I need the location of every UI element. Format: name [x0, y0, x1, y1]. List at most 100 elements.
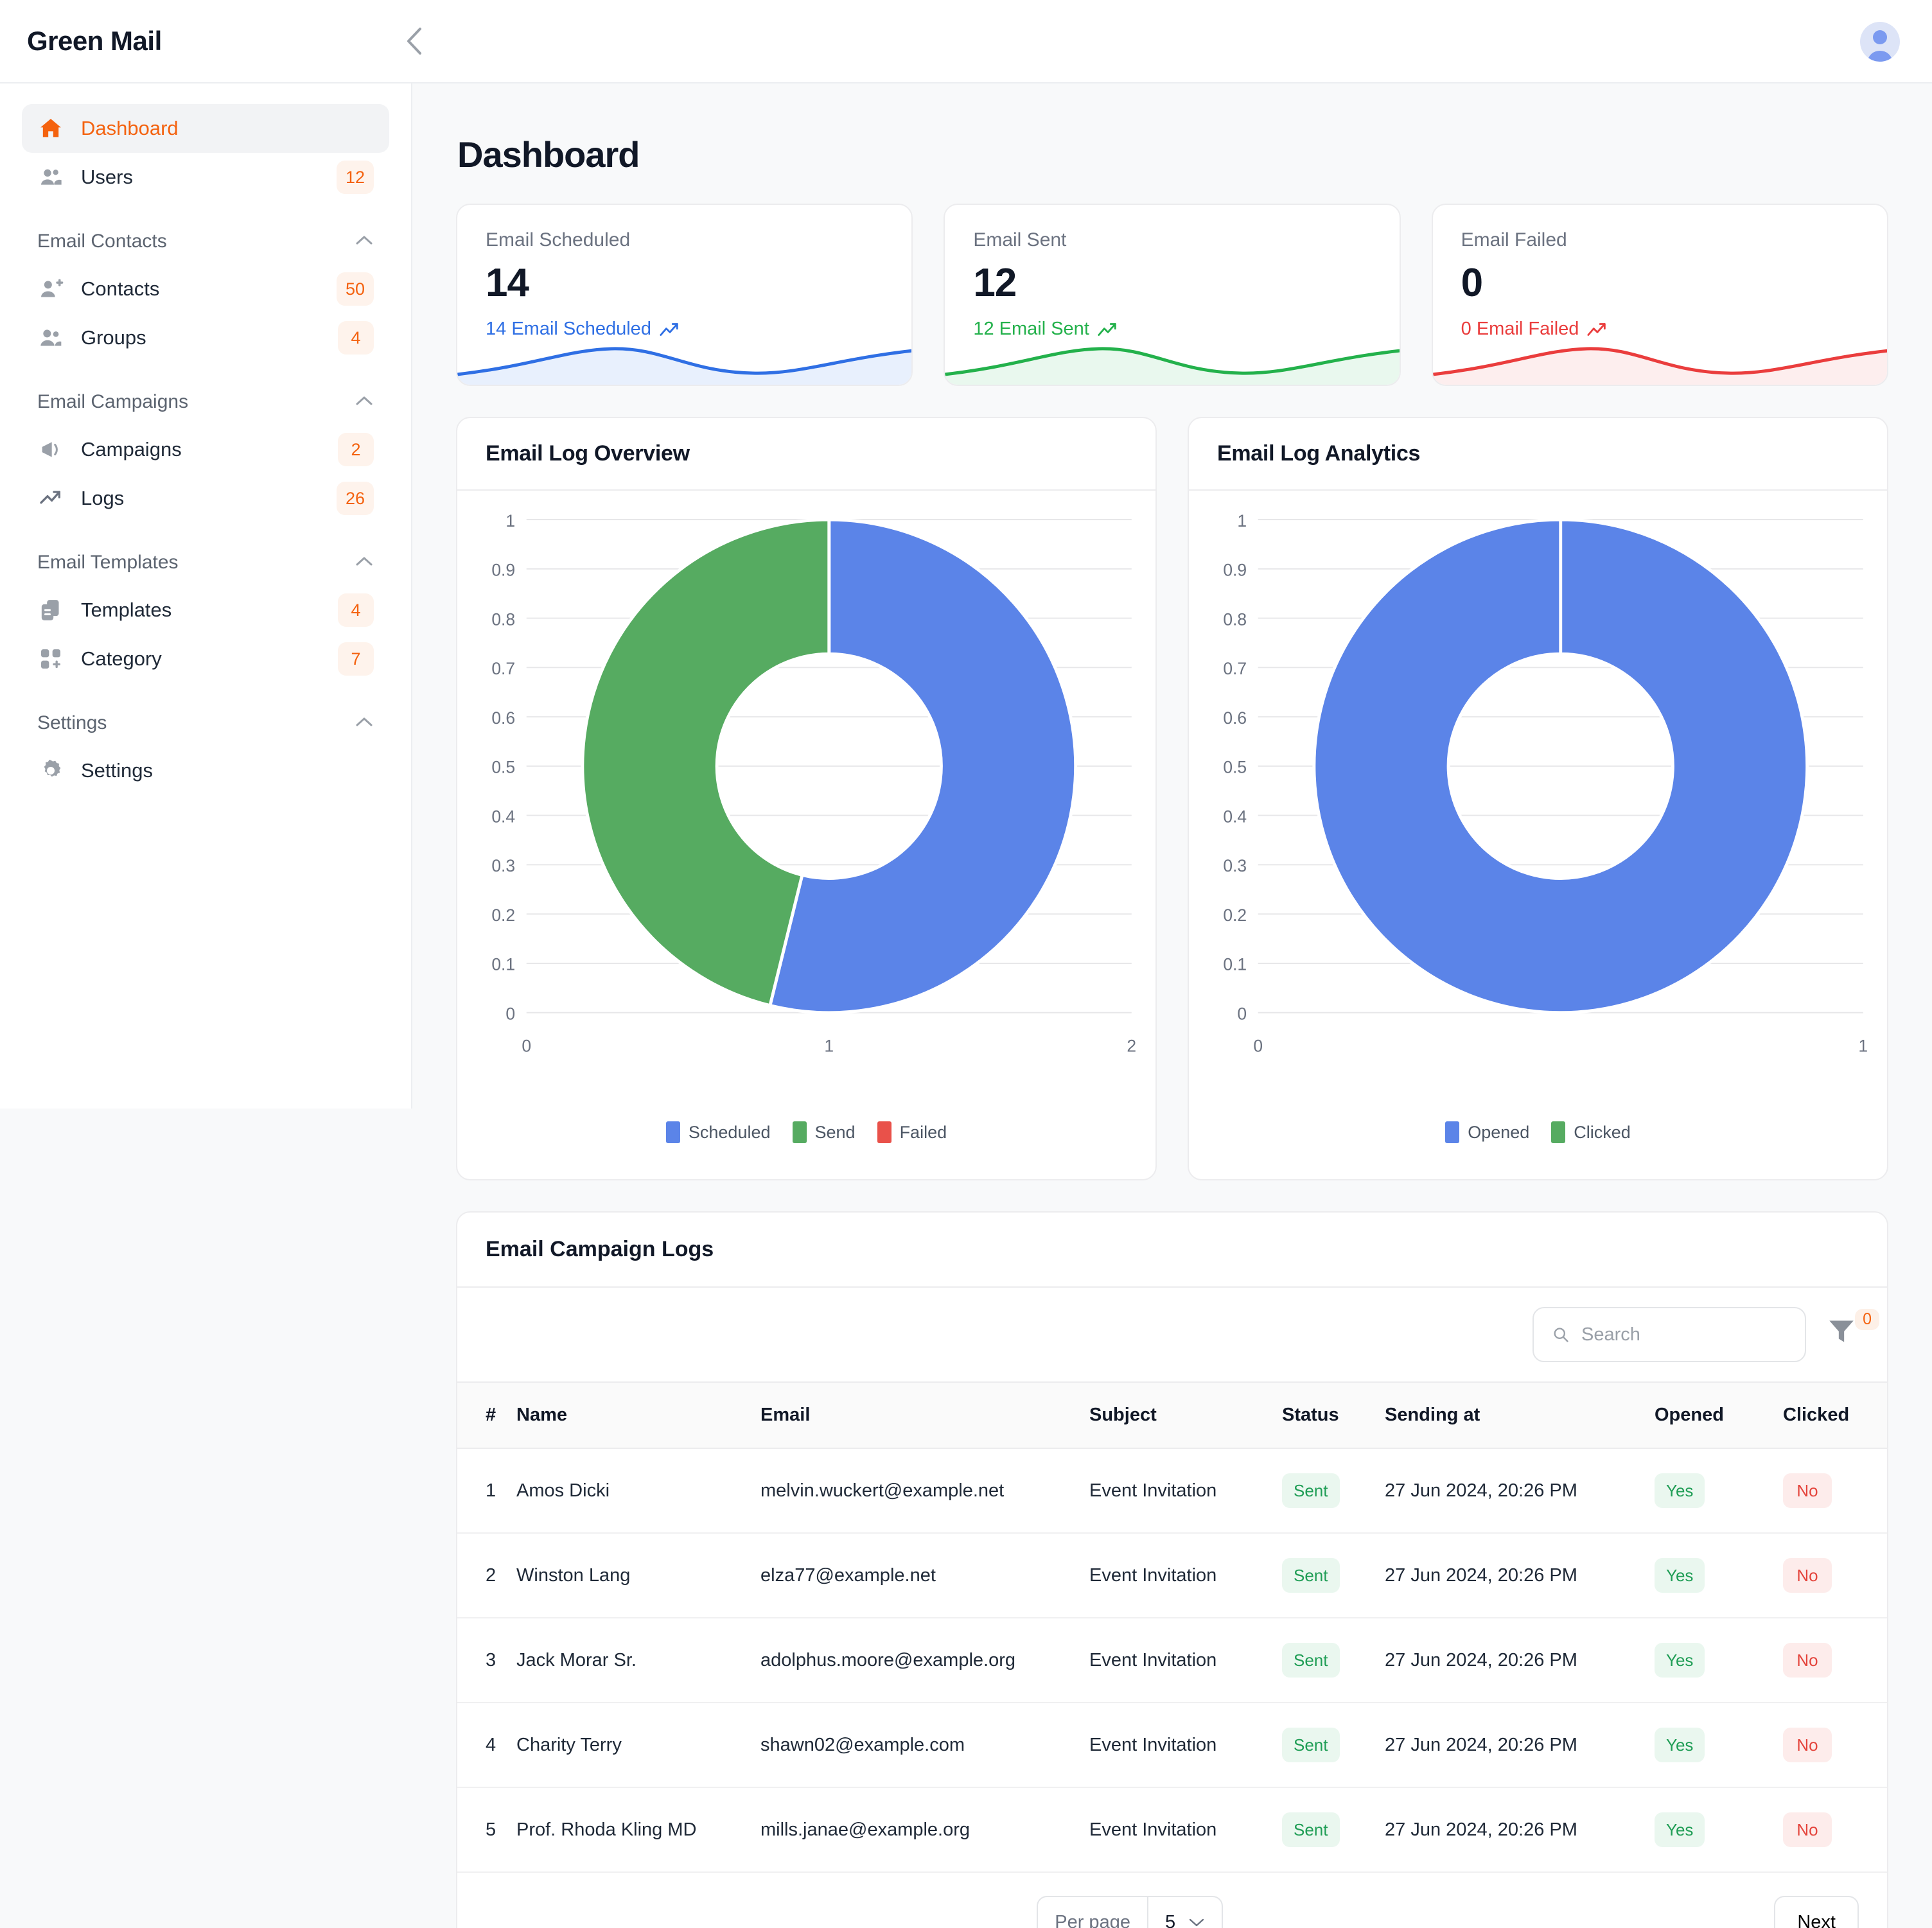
legend-label: Failed	[900, 1123, 947, 1143]
sidebar-group-settings[interactable]: Settings	[22, 700, 389, 746]
filter-button[interactable]: 0	[1825, 1314, 1859, 1355]
sidebar-item-groups[interactable]: Groups 4	[22, 313, 389, 362]
y-axis-tick-label: 0.1	[491, 955, 515, 974]
sidebar-item-label: Templates	[81, 599, 171, 622]
app-shell: Dashboard Users 12 Email Contacts	[0, 83, 1932, 1928]
y-axis-tick-label: 1	[1237, 511, 1247, 530]
cell-status-badge: Sent	[1282, 1812, 1340, 1847]
email-campaign-logs-table: # Name Email Subject Status Sending at O…	[457, 1383, 1887, 1873]
per-page-control[interactable]: Per page 5	[1037, 1896, 1223, 1928]
table-row[interactable]: 1Amos Dickimelvin.wuckert@example.netEve…	[457, 1448, 1887, 1533]
cell-sending-at: 27 Jun 2024, 20:26 PM	[1385, 1533, 1655, 1618]
cell-email: adolphus.moore@example.org	[760, 1618, 1089, 1703]
legend-item[interactable]: Clicked	[1551, 1121, 1631, 1143]
stat-value: 12	[973, 260, 1371, 306]
y-axis-tick-label: 0	[1237, 1004, 1247, 1024]
user-avatar[interactable]	[1860, 22, 1900, 62]
sidebar-item-category[interactable]: Category 7	[22, 635, 389, 683]
cell-opened: Yes	[1655, 1703, 1783, 1787]
sidebar-group-email-campaigns[interactable]: Email Campaigns	[22, 379, 389, 425]
next-page-button[interactable]: Next	[1774, 1896, 1859, 1928]
chevron-up-icon	[355, 555, 374, 571]
stat-label: Email Failed	[1461, 229, 1859, 251]
table-header: # Name Email Subject Status Sending at O…	[457, 1383, 1887, 1448]
sidebar-item-dashboard[interactable]: Dashboard	[22, 104, 389, 153]
sidebar-item-logs[interactable]: Logs 26	[22, 474, 389, 523]
column-header-sending-at[interactable]: Sending at	[1385, 1383, 1655, 1448]
y-axis-tick-label: 0.3	[491, 856, 515, 875]
cell-email: shawn02@example.com	[760, 1703, 1089, 1787]
sidebar-badge: 4	[338, 321, 374, 355]
column-header-status[interactable]: Status	[1282, 1383, 1385, 1448]
column-header-opened[interactable]: Opened	[1655, 1383, 1783, 1448]
cell-name: Winston Lang	[516, 1533, 760, 1618]
chevron-down-icon	[1188, 1917, 1205, 1927]
cell-num: 4	[457, 1703, 516, 1787]
sidebar-item-label: Groups	[81, 326, 146, 349]
column-header-clicked[interactable]: Clicked	[1783, 1383, 1887, 1448]
per-page-select[interactable]: 5	[1147, 1897, 1222, 1928]
sparkline-sent	[945, 335, 1400, 385]
search-icon	[1552, 1324, 1570, 1345]
home-icon	[37, 115, 64, 142]
y-axis-tick-label: 0.7	[1223, 659, 1247, 678]
column-header-email[interactable]: Email	[760, 1383, 1089, 1448]
table-row[interactable]: 2Winston Langelza77@example.netEvent Inv…	[457, 1533, 1887, 1618]
cell-email: mills.janae@example.org	[760, 1787, 1089, 1872]
sidebar-group-title: Email Campaigns	[37, 391, 188, 413]
legend-item[interactable]: Failed	[877, 1121, 947, 1143]
cell-name: Charity Terry	[516, 1703, 760, 1787]
cell-num: 5	[457, 1787, 516, 1872]
charts-row: Email Log Overview 00.10.20.30.40.50.60.…	[456, 417, 1888, 1180]
cell-opened: Yes	[1655, 1618, 1783, 1703]
cell-subject: Event Invitation	[1089, 1533, 1282, 1618]
stat-value: 0	[1461, 260, 1859, 306]
sidebar-item-campaigns[interactable]: Campaigns 2	[22, 425, 389, 474]
column-header-num[interactable]: #	[457, 1383, 516, 1448]
trending-up-icon	[37, 485, 64, 512]
y-axis-tick-label: 0.2	[1223, 906, 1247, 925]
y-axis-tick-label: 0.4	[491, 807, 515, 826]
sidebar-item-label: Contacts	[81, 277, 159, 301]
table-row[interactable]: 4Charity Terryshawn02@example.comEvent I…	[457, 1703, 1887, 1787]
column-header-subject[interactable]: Subject	[1089, 1383, 1282, 1448]
legend-item[interactable]: Scheduled	[666, 1121, 771, 1143]
cell-status: Sent	[1282, 1533, 1385, 1618]
search-input[interactable]	[1581, 1324, 1787, 1345]
sidebar-item-users[interactable]: Users 12	[22, 153, 389, 202]
cell-opened: Yes	[1655, 1533, 1783, 1618]
table-row[interactable]: 5Prof. Rhoda Kling MDmills.janae@example…	[457, 1787, 1887, 1872]
table-row[interactable]: 3Jack Morar Sr.adolphus.moore@example.or…	[457, 1618, 1887, 1703]
page-title: Dashboard	[457, 134, 1888, 175]
sparkline-failed	[1433, 335, 1888, 385]
sidebar-item-contacts[interactable]: Contacts 50	[22, 265, 389, 313]
cell-clicked: No	[1783, 1448, 1887, 1533]
stat-card-email-failed: Email Failed 0 0 Email Failed	[1432, 204, 1888, 386]
column-header-name[interactable]: Name	[516, 1383, 760, 1448]
user-plus-icon	[37, 276, 64, 302]
sidebar-collapse-button[interactable]	[400, 26, 429, 56]
cell-opened-badge: Yes	[1655, 1812, 1705, 1847]
cell-email: melvin.wuckert@example.net	[760, 1448, 1089, 1533]
gear-icon	[37, 757, 64, 784]
cell-clicked: No	[1783, 1533, 1887, 1618]
sidebar-group-email-templates[interactable]: Email Templates	[22, 539, 389, 586]
cell-clicked: No	[1783, 1787, 1887, 1872]
user-avatar-icon	[1860, 22, 1900, 62]
legend-label: Scheduled	[689, 1123, 771, 1143]
cell-subject: Event Invitation	[1089, 1787, 1282, 1872]
legend-swatch-send	[793, 1121, 807, 1143]
sidebar-item-templates[interactable]: Templates 4	[22, 586, 389, 635]
sidebar-group-email-contacts[interactable]: Email Contacts	[22, 218, 389, 265]
sidebar-item-label: Logs	[81, 487, 124, 510]
stat-card-email-sent: Email Sent 12 12 Email Sent	[944, 204, 1400, 386]
legend-item[interactable]: Opened	[1445, 1121, 1529, 1143]
cell-status-badge: Sent	[1282, 1728, 1340, 1762]
y-axis-tick-label: 0.8	[1223, 609, 1247, 629]
search-box[interactable]	[1532, 1307, 1806, 1362]
cell-opened-badge: Yes	[1655, 1473, 1705, 1508]
legend-item[interactable]: Send	[793, 1121, 856, 1143]
sidebar-item-settings[interactable]: Settings	[22, 746, 389, 795]
sidebar-group-title: Email Templates	[37, 552, 179, 574]
cell-sending-at: 27 Jun 2024, 20:26 PM	[1385, 1703, 1655, 1787]
